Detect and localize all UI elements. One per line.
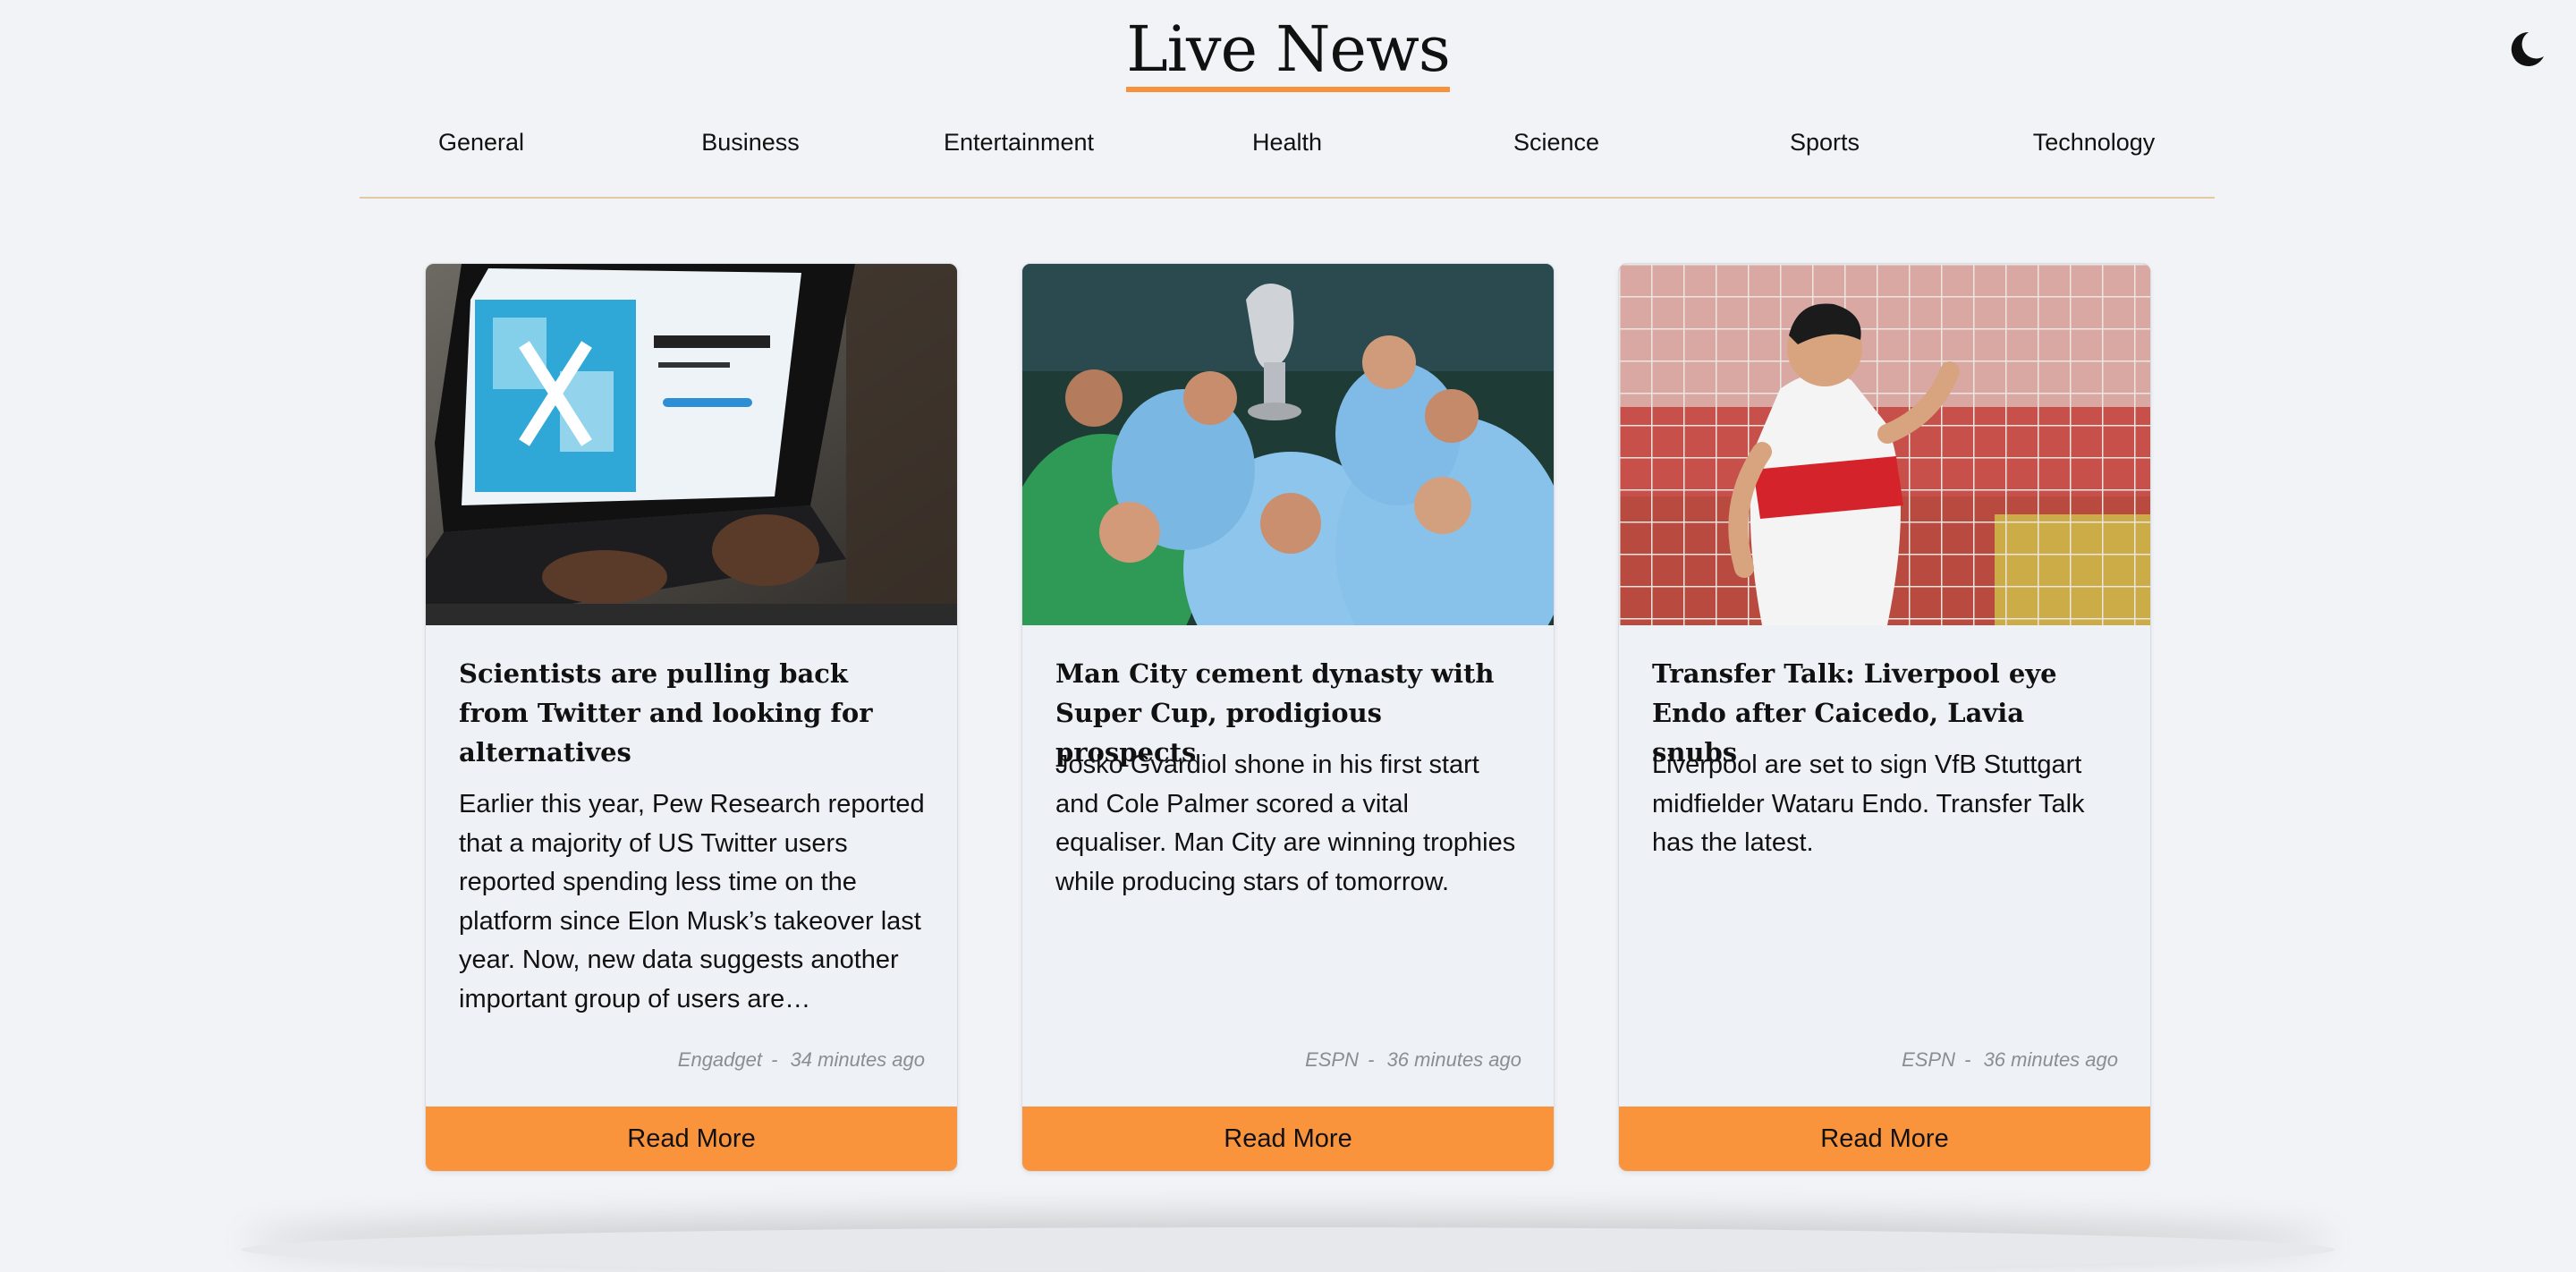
theme-toggle-button[interactable] (2499, 23, 2553, 77)
nav-item-general[interactable]: General (438, 129, 524, 157)
article-description: Earlier this year, Pew Research reported… (459, 790, 925, 1013)
read-more-button[interactable]: Read More (1619, 1107, 2150, 1171)
article-source: Engadget (677, 1048, 762, 1071)
meta-separator: - (771, 1048, 778, 1071)
article-source: ESPN (1902, 1048, 1955, 1071)
article-time: 34 minutes ago (790, 1048, 925, 1071)
footer-shadow (242, 1227, 2334, 1272)
article-meta: ESPN - 36 minutes ago (1305, 1048, 1521, 1072)
article-card: Man City cement dynasty with Super Cup, … (1021, 263, 1555, 1172)
nav-item-health[interactable]: Health (1252, 129, 1322, 157)
article-image[interactable] (426, 264, 957, 625)
article-source: ESPN (1305, 1048, 1359, 1071)
article-image[interactable] (1619, 264, 2150, 625)
article-meta: ESPN - 36 minutes ago (1902, 1048, 2118, 1072)
site-title-text: Live News (1126, 13, 1451, 92)
nav-item-sports[interactable]: Sports (1790, 129, 1860, 157)
article-image[interactable] (1022, 264, 1554, 625)
header: Live News (0, 0, 2576, 98)
read-more-button[interactable]: Read More (1022, 1107, 1554, 1171)
article-card: Transfer Talk: Liverpool eye Endo after … (1618, 263, 2151, 1172)
article-card: Scientists are pulling back from Twitter… (425, 263, 958, 1172)
read-more-button[interactable]: Read More (426, 1107, 957, 1171)
article-time: 36 minutes ago (1386, 1048, 1521, 1071)
article-description: Josko Gvardiol shone in his first start … (1055, 750, 1516, 896)
nav-item-business[interactable]: Business (701, 129, 800, 157)
article-description: Liverpool are set to sign VfB Stuttgart … (1652, 750, 2085, 857)
meta-separator: - (1964, 1048, 1971, 1071)
page-title: Live News (0, 13, 2576, 92)
article-time: 36 minutes ago (1983, 1048, 2118, 1071)
nav-item-entertainment[interactable]: Entertainment (944, 129, 1094, 157)
nav-item-technology[interactable]: Technology (2033, 129, 2156, 157)
moon-icon (2511, 31, 2544, 66)
article-title[interactable]: Scientists are pulling back from Twitter… (459, 654, 924, 772)
nav-item-science[interactable]: Science (1513, 129, 1599, 157)
meta-separator: - (1368, 1048, 1375, 1071)
category-nav: General Business Entertainment Health Sc… (360, 98, 2215, 199)
article-meta: Engadget - 34 minutes ago (678, 1048, 925, 1072)
